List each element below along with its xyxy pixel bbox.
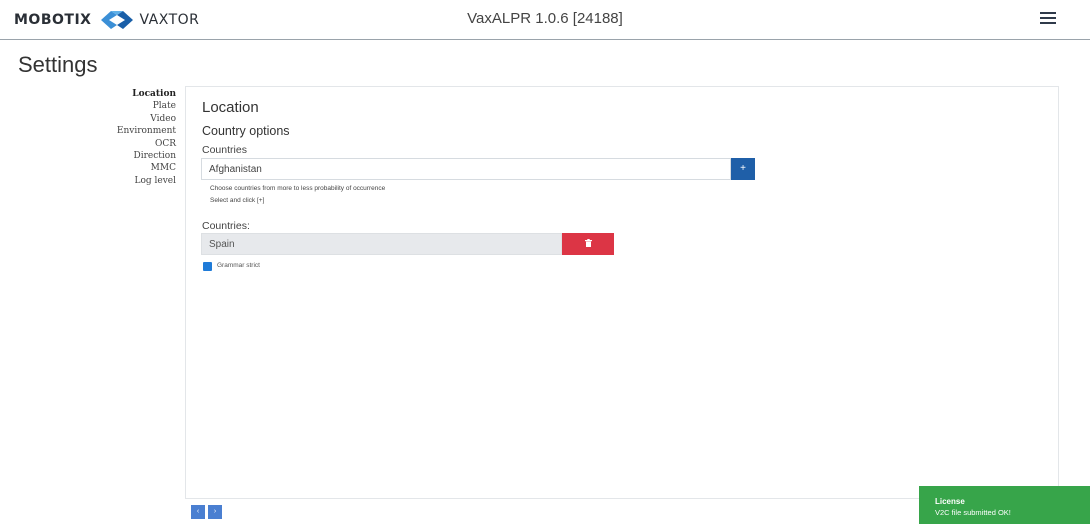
top-bar: MOBOTIX VAXTOR VaxALPR 1.0.6 [24188] [0, 0, 1090, 40]
add-country-button[interactable]: + [731, 158, 755, 180]
sidebar-item-log-level[interactable]: Log level [100, 175, 176, 187]
prev-page-button[interactable]: ‹ [191, 505, 205, 519]
help-text-order: Choose countries from more to less proba… [210, 185, 386, 192]
license-toast[interactable]: License V2C file submitted OK! [919, 486, 1090, 524]
sidebar-item-direction[interactable]: Direction [100, 150, 176, 162]
delete-country-button[interactable] [562, 233, 614, 255]
sidebar-item-plate[interactable]: Plate [100, 100, 176, 112]
sidebar-item-location[interactable]: Location [100, 88, 176, 100]
selected-country-item: Spain [201, 233, 562, 255]
settings-sidebar: Location Plate Video Environment OCR Dir… [100, 88, 176, 187]
trash-icon [584, 239, 592, 248]
selected-countries-label: Countries: [202, 220, 250, 232]
toast-message: V2C file submitted OK! [935, 508, 1011, 517]
app-title: VaxALPR 1.0.6 [24188] [467, 10, 623, 27]
sidebar-item-ocr[interactable]: OCR [100, 138, 176, 150]
sidebar-item-mmc[interactable]: MMC [100, 162, 176, 174]
page-title: Settings [18, 52, 98, 77]
next-page-button[interactable]: › [208, 505, 222, 519]
hamburger-menu-icon[interactable] [1040, 12, 1056, 26]
subsection-title: Country options [202, 124, 290, 138]
toast-title: License [935, 497, 965, 506]
sidebar-item-environment[interactable]: Environment [100, 125, 176, 137]
help-text-select: Select and click [+] [210, 197, 265, 204]
country-select[interactable]: Afghanistan [201, 158, 731, 180]
grammar-strict-label: Grammar strict [217, 262, 260, 269]
grammar-strict-checkbox[interactable] [203, 262, 212, 271]
location-settings-panel: Location Country options Countries Afgha… [185, 86, 1059, 499]
countries-label: Countries [202, 144, 247, 156]
section-title: Location [202, 99, 259, 116]
sidebar-item-video[interactable]: Video [100, 113, 176, 125]
